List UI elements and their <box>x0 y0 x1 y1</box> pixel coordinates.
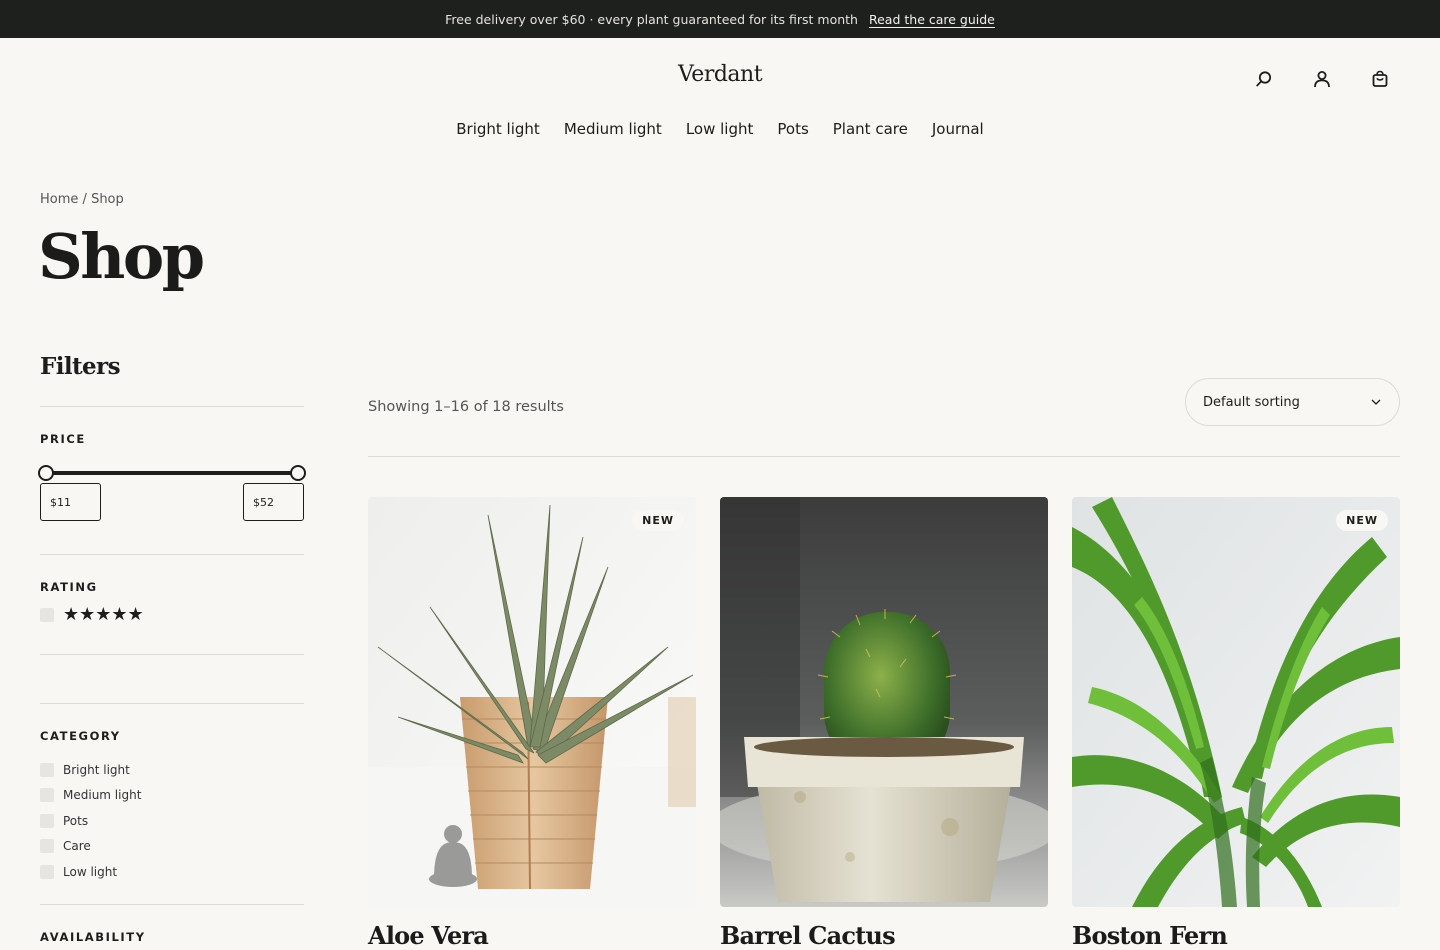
sort-select-value: Default sorting <box>1203 394 1300 410</box>
category-option[interactable]: Care <box>40 834 304 860</box>
price-max-input[interactable]: $52 <box>243 483 304 521</box>
category-option-label: Bright light <box>63 762 130 777</box>
new-badge: NEW <box>632 510 684 531</box>
nav-journal[interactable]: Journal <box>932 120 984 138</box>
filters-heading: Filters <box>40 353 121 380</box>
account-icon[interactable] <box>1312 68 1332 90</box>
category-option-label: Care <box>63 839 91 854</box>
price-slider-max-handle[interactable] <box>290 465 306 481</box>
category-option[interactable]: Low light <box>40 859 304 885</box>
divider <box>368 456 1400 457</box>
category-checkbox[interactable] <box>40 762 54 777</box>
header-actions <box>1254 68 1390 90</box>
chevron-down-icon <box>1371 399 1381 405</box>
rating-checkbox[interactable] <box>40 608 54 622</box>
price-min-input[interactable]: $11 <box>40 483 101 521</box>
nav-low-light[interactable]: Low light <box>686 120 754 138</box>
new-badge: NEW <box>1336 510 1388 531</box>
breadcrumb: Home / Shop <box>40 192 124 207</box>
category-label: CATEGORY <box>40 729 121 743</box>
bag-icon[interactable] <box>1370 68 1390 90</box>
availability-filter: AVAILABILITY <box>40 905 304 944</box>
product-card[interactable]: NEW Boston Fern <box>1072 497 1400 950</box>
nav-bright-light[interactable]: Bright light <box>456 120 540 138</box>
rating-label: RATING <box>40 580 98 594</box>
category-filter: CATEGORY Bright light Medium light Pots … <box>40 704 304 904</box>
availability-label: AVAILABILITY <box>40 930 146 944</box>
category-option[interactable]: Bright light <box>40 757 304 783</box>
category-option[interactable]: Pots <box>40 808 304 834</box>
product-card[interactable]: NEW Aloe Vera <box>368 497 696 950</box>
price-filter: PRICE $11 $52 <box>38 407 306 554</box>
product-image[interactable]: NEW <box>368 497 696 907</box>
page-title: Shop <box>38 220 205 293</box>
price-slider-track <box>46 471 298 475</box>
breadcrumb-separator: / <box>82 192 87 207</box>
sort-select[interactable]: Default sorting <box>1185 378 1400 426</box>
rating-filter: RATING ★★★★★ <box>40 555 304 654</box>
breadcrumb-current: Shop <box>91 192 124 207</box>
nav-pots[interactable]: Pots <box>777 120 808 138</box>
category-checkbox[interactable] <box>40 813 54 828</box>
results-count: Showing 1–16 of 18 results <box>368 399 564 415</box>
product-name[interactable]: Aloe Vera <box>368 921 696 950</box>
nav-medium-light[interactable]: Medium light <box>564 120 662 138</box>
product-card[interactable]: Barrel Cactus <box>720 497 1048 950</box>
category-option-label: Medium light <box>63 788 142 803</box>
category-option[interactable]: Medium light <box>40 783 304 809</box>
announcement-bar: Free delivery over $60 · every plant gua… <box>0 0 1440 38</box>
care-guide-link[interactable]: Read the care guide <box>869 12 995 27</box>
announcement-text: Free delivery over $60 · every plant gua… <box>445 11 858 27</box>
product-image[interactable] <box>720 497 1048 907</box>
category-option-label: Low light <box>63 864 118 879</box>
rating-option[interactable]: ★★★★★ <box>40 606 304 624</box>
category-checkbox[interactable] <box>40 864 54 879</box>
star-rating-icon: ★★★★★ <box>63 604 144 625</box>
site-logo[interactable]: Verdant <box>0 62 1440 87</box>
nav-plant-care[interactable]: Plant care <box>833 120 908 138</box>
search-icon[interactable] <box>1254 68 1274 90</box>
price-inputs: $11 $52 <box>40 483 304 521</box>
category-list: Bright light Medium light Pots Care Low … <box>40 757 304 885</box>
product-name[interactable]: Boston Fern <box>1072 921 1400 950</box>
category-option-label: Pots <box>63 813 89 828</box>
category-checkbox[interactable] <box>40 788 54 803</box>
category-checkbox[interactable] <box>40 839 54 854</box>
filters-sidebar: Filters PRICE $11 $52 RATING ★★★★★ CATEG… <box>38 350 306 944</box>
product-image[interactable]: NEW <box>1072 497 1400 907</box>
main-nav: Bright light Medium light Low light Pots… <box>0 120 1440 138</box>
breadcrumb-home[interactable]: Home <box>40 192 78 207</box>
price-slider-min-handle[interactable] <box>38 465 54 481</box>
product-name[interactable]: Barrel Cactus <box>720 921 1048 950</box>
price-label: PRICE <box>40 432 86 446</box>
price-slider[interactable] <box>38 463 306 483</box>
